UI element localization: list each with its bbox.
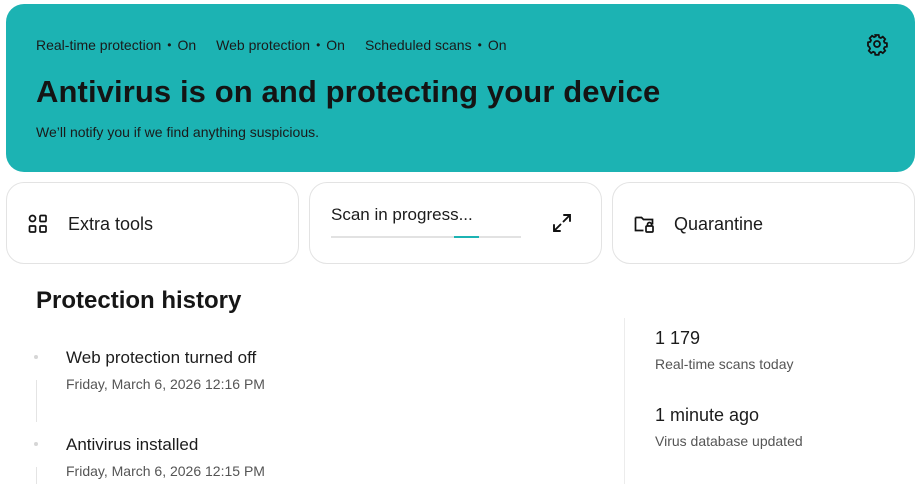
scan-progress-indicator bbox=[454, 236, 479, 238]
status-scheduled-state: On bbox=[487, 37, 507, 53]
extra-tools-label: Extra tools bbox=[68, 214, 154, 234]
scan-progress-bar bbox=[331, 236, 521, 238]
status-web-label: Web protection bbox=[216, 37, 311, 53]
scan-status-label: Scan in progress... bbox=[331, 205, 473, 224]
timeline-line bbox=[36, 380, 37, 422]
timeline-dot bbox=[34, 442, 38, 446]
history-event-title[interactable]: Antivirus installed bbox=[66, 435, 198, 455]
apps-grid-icon bbox=[28, 214, 47, 233]
quarantine-card[interactable]: Quarantine bbox=[612, 182, 915, 264]
page-subtitle: We’ll notify you if we find anything sus… bbox=[36, 124, 319, 140]
status-scheduled-label: Scheduled scans bbox=[364, 37, 472, 53]
scan-progress-card[interactable]: Scan in progress... bbox=[309, 182, 602, 264]
protection-status-banner: Real-time protection • On Web protection… bbox=[6, 4, 915, 172]
database-updated-value: 1 minute ago bbox=[655, 405, 760, 425]
stats-divider bbox=[624, 318, 625, 484]
extra-tools-card[interactable]: Extra tools bbox=[6, 182, 299, 264]
history-event-date: Friday, March 6, 2026 12:15 PM bbox=[66, 463, 265, 479]
expand-icon[interactable] bbox=[551, 212, 573, 234]
timeline-line bbox=[36, 467, 37, 484]
gear-icon bbox=[867, 34, 888, 56]
status-separator: • bbox=[477, 38, 482, 52]
scans-today-value: 1 179 bbox=[655, 328, 701, 348]
folder-lock-icon bbox=[634, 216, 654, 233]
status-realtime: Real-time protection • On bbox=[36, 37, 196, 53]
database-updated-label: Virus database updated bbox=[655, 433, 803, 449]
antivirus-window: Real-time protection • On Web protection… bbox=[0, 0, 922, 484]
quarantine-label: Quarantine bbox=[674, 214, 764, 234]
history-event-title[interactable]: Web protection turned off bbox=[66, 348, 256, 368]
status-web-state: On bbox=[326, 37, 345, 53]
status-separator: • bbox=[316, 38, 321, 52]
status-separator: • bbox=[167, 38, 172, 52]
history-event-date: Friday, March 6, 2026 12:16 PM bbox=[66, 376, 265, 392]
status-scheduled: Scheduled scans • On bbox=[365, 37, 507, 53]
status-row: Real-time protection • On Web protection… bbox=[36, 37, 507, 53]
status-realtime-label: Real-time protection bbox=[36, 37, 162, 53]
protection-history-title: Protection history bbox=[36, 287, 242, 314]
timeline-dot bbox=[34, 355, 38, 359]
status-web: Web protection • On bbox=[216, 37, 345, 53]
settings-button[interactable] bbox=[865, 32, 889, 56]
page-title: Antivirus is on and protecting your devi… bbox=[36, 74, 661, 109]
scans-today-label: Real-time scans today bbox=[655, 356, 794, 372]
status-realtime-state: On bbox=[177, 37, 197, 53]
